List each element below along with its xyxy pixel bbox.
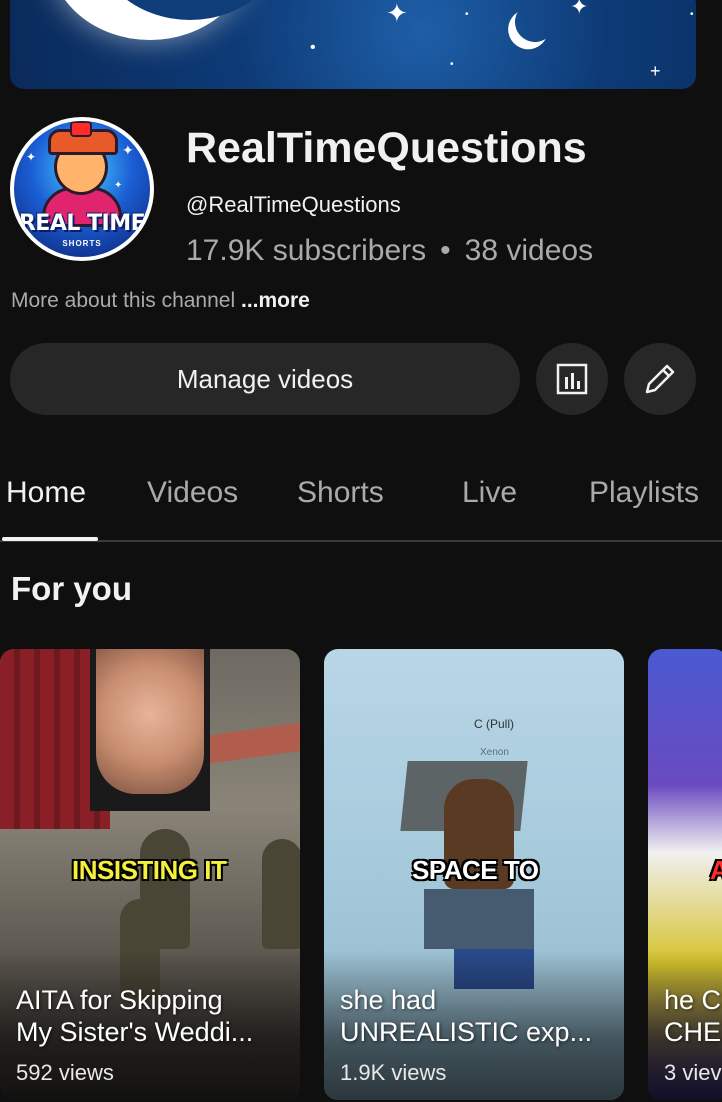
short-title: AITA for Skipping My Sister's Weddi... (16, 985, 254, 1047)
avatar-logo-text: REAL TIME (18, 211, 146, 236)
short-title: she had UNREALISTIC exp... (340, 985, 593, 1047)
tab-playlists[interactable]: Playlists (589, 476, 699, 510)
subscriber-count: 17.9K subscribers (186, 234, 427, 267)
stats-separator: • (440, 234, 451, 267)
channel-banner: • ✦ • ✦ + • • (10, 0, 696, 89)
thumbnail-face (90, 649, 210, 811)
star-icon: ✦ (386, 0, 408, 28)
thumbnail-overlay-text: A (710, 855, 722, 885)
short-card[interactable]: A he C CHE 3 viev (648, 649, 722, 1100)
analytics-icon (556, 363, 588, 395)
short-views: 3 viev (664, 1060, 722, 1085)
avatar-logo-subtext: SHORTS (62, 239, 102, 248)
edit-channel-button[interactable] (624, 343, 696, 415)
star-icon: • (690, 9, 694, 20)
short-title: he C CHE (664, 985, 722, 1047)
short-card[interactable]: INSISTING IT AITA for Skipping My Sister'… (0, 649, 300, 1100)
star-icon: • (450, 59, 454, 70)
about-prefix: More about this channel (11, 289, 236, 312)
channel-avatar[interactable]: ✦ ✦ ✦ REAL TIME SHORTS (10, 117, 154, 261)
short-views: 592 views (16, 1060, 114, 1085)
channel-stats: 17.9K subscribers • 38 videos (186, 234, 593, 268)
channel-tabs: Home Videos Shorts Live Playlists (0, 466, 722, 542)
channel-handle: @RealTimeQuestions (186, 192, 401, 217)
thumbnail-label: Xenon (480, 747, 509, 758)
video-count: 38 videos (464, 234, 594, 267)
active-tab-indicator (2, 537, 98, 541)
thumbnail-overlay-text: SPACE TO (412, 855, 539, 885)
thumbnail-label: C (Pull) (474, 717, 515, 731)
short-card[interactable]: C (Pull) Xenon SPACE TO she had UNREALIST… (324, 649, 624, 1100)
crescent-moon-graphic (512, 0, 558, 45)
more-link[interactable]: ...more (241, 289, 310, 312)
section-title: For you (11, 570, 132, 607)
channel-about-link[interactable]: More about this channel ...more (11, 289, 310, 313)
tab-shorts[interactable]: Shorts (297, 476, 384, 510)
star-icon: + (650, 61, 661, 81)
thumbnail-overlay-text: INSISTING IT (72, 855, 227, 885)
manage-videos-button[interactable]: Manage videos (10, 343, 520, 415)
tab-home[interactable]: Home (6, 476, 86, 510)
pencil-icon (645, 364, 675, 394)
play-logo-icon (70, 121, 92, 137)
tab-live[interactable]: Live (462, 476, 517, 510)
short-views: 1.9K views (340, 1060, 447, 1085)
tab-videos[interactable]: Videos (147, 476, 238, 510)
analytics-button[interactable] (536, 343, 608, 415)
channel-name: RealTimeQuestions (186, 124, 587, 172)
star-icon: • (310, 39, 316, 56)
star-icon: • (465, 9, 469, 20)
star-icon: ✦ (570, 0, 589, 19)
